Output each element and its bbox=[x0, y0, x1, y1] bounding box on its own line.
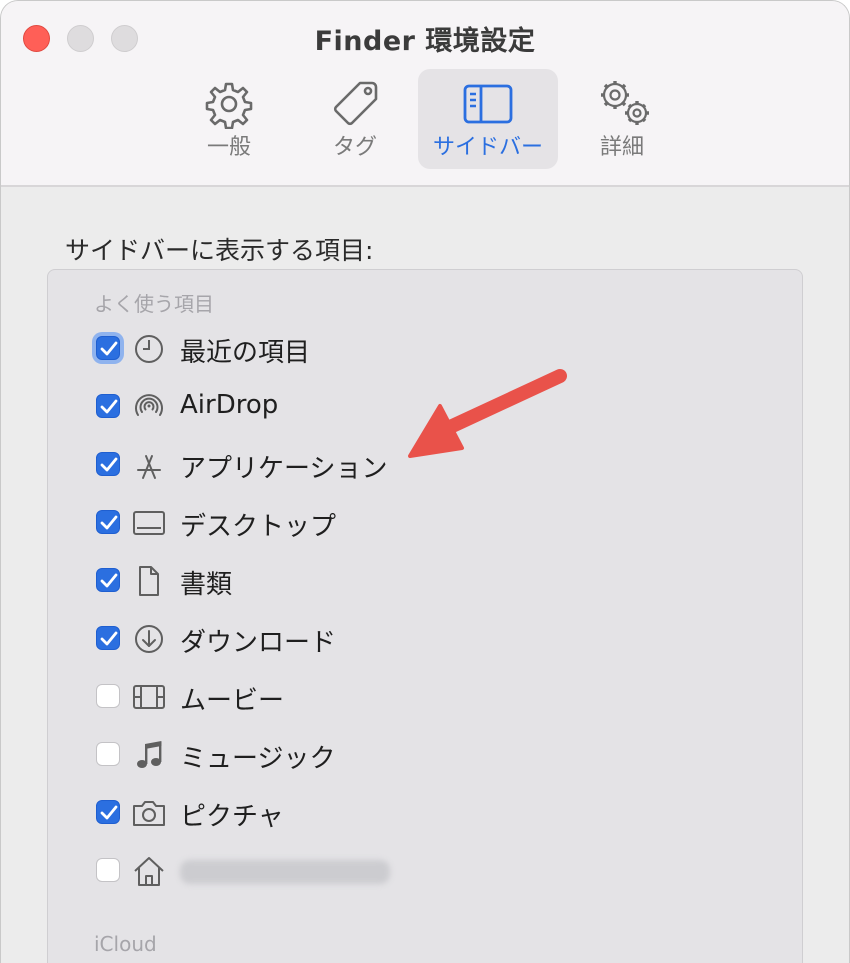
checkmark-icon bbox=[100, 631, 118, 646]
tab-advanced[interactable]: 詳細 bbox=[552, 69, 692, 169]
list-item-label: 書類 bbox=[180, 570, 233, 600]
checkbox-desktop[interactable] bbox=[96, 510, 120, 534]
checkbox-recents[interactable] bbox=[96, 336, 120, 360]
checkbox-applications[interactable] bbox=[96, 452, 120, 476]
list-item-label: 最近の項目 bbox=[180, 338, 311, 368]
list-item-recents: 最近の項目 bbox=[92, 328, 692, 372]
checkmark-icon bbox=[100, 805, 118, 820]
applications-icon bbox=[137, 455, 161, 479]
list-item-documents: 書類 bbox=[92, 560, 692, 604]
tab-advanced-label: 詳細 bbox=[599, 135, 644, 160]
window-title: Finder 環境設定 bbox=[314, 26, 536, 57]
checkbox-music[interactable] bbox=[96, 742, 120, 766]
checkbox-documents[interactable] bbox=[96, 568, 120, 592]
list-item-downloads: ダウンロード bbox=[92, 618, 692, 662]
checkbox-pictures[interactable] bbox=[96, 800, 120, 824]
checkbox-movies[interactable] bbox=[96, 684, 120, 708]
checkmark-icon bbox=[100, 573, 118, 588]
list-item-applications: アプリケーション bbox=[92, 444, 692, 488]
finder-preferences-window: Finder 環境設定 一般 タグ サイドバー 詳細 サイドバーに表示する項目:… bbox=[0, 0, 850, 963]
tab-tags[interactable]: タグ bbox=[285, 69, 425, 169]
camera-icon bbox=[133, 801, 165, 826]
gear-icon bbox=[205, 82, 253, 129]
desktop-icon bbox=[133, 511, 165, 535]
airdrop-icon bbox=[135, 394, 163, 416]
favorites-group-label: よく使う項目 bbox=[94, 292, 214, 316]
tab-general-label: 一般 bbox=[206, 135, 251, 160]
list-item-label: ピクチャ bbox=[180, 802, 284, 832]
checkbox-downloads[interactable] bbox=[96, 626, 120, 650]
list-item-music: ミュージック bbox=[92, 734, 692, 778]
tab-sidebar[interactable]: サイドバー bbox=[418, 69, 558, 169]
list-item-label: ムービー bbox=[180, 686, 285, 716]
list-item-desktop: デスクトップ bbox=[92, 502, 692, 546]
list-item-movies: ムービー bbox=[92, 676, 692, 720]
checkmark-icon bbox=[100, 457, 118, 472]
redacted-username bbox=[180, 860, 390, 884]
checkmark-icon bbox=[100, 399, 118, 414]
annotation-arrow-icon bbox=[408, 369, 567, 458]
home-icon bbox=[134, 857, 164, 886]
tab-general[interactable]: 一般 bbox=[159, 69, 299, 169]
tag-icon bbox=[333, 81, 378, 126]
list-item-label: デスクトップ bbox=[180, 512, 337, 542]
list-item-home bbox=[92, 850, 692, 894]
list-item-airdrop: AirDrop bbox=[92, 386, 692, 430]
tab-tags-label: タグ bbox=[332, 135, 377, 160]
clock-icon bbox=[135, 335, 163, 363]
document-icon bbox=[139, 566, 159, 596]
sidebar-icon bbox=[463, 84, 513, 124]
download-icon bbox=[135, 625, 163, 653]
list-item-pictures: ピクチャ bbox=[92, 792, 692, 836]
icloud-group-label: iCloud bbox=[94, 932, 157, 956]
checkmark-icon bbox=[100, 515, 118, 530]
film-icon bbox=[133, 685, 165, 709]
sidebar-items-heading: サイドバーに表示する項目: bbox=[65, 236, 374, 265]
checkbox-home[interactable] bbox=[96, 858, 120, 882]
music-note-icon bbox=[137, 741, 162, 768]
list-item-label: アプリケーション bbox=[180, 454, 388, 484]
gears-icon bbox=[601, 81, 649, 125]
titlebar: Finder 環境設定 一般 タグ サイドバー 詳細 bbox=[1, 1, 849, 187]
list-item-label: ミュージック bbox=[180, 744, 336, 774]
list-item-label: ダウンロード bbox=[180, 628, 337, 658]
checkmark-icon bbox=[100, 341, 118, 356]
list-item-label: AirDrop bbox=[180, 390, 279, 420]
checkbox-airdrop[interactable] bbox=[96, 394, 120, 418]
tab-sidebar-label: サイドバー bbox=[432, 135, 543, 160]
